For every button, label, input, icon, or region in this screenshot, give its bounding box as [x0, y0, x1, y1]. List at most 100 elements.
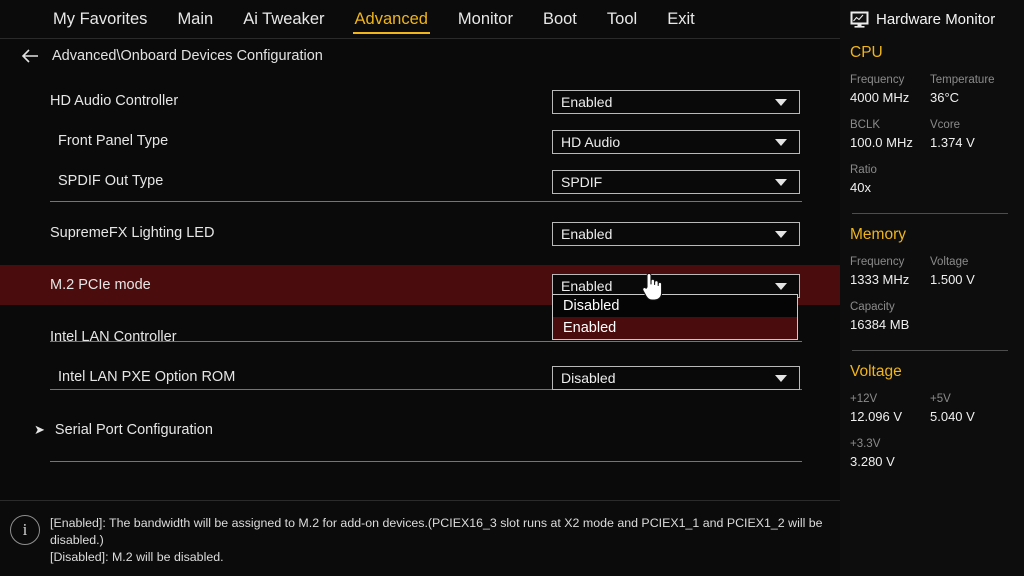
hw-metric: +3.3V 3.280 V [850, 436, 1010, 471]
info-icon: i [10, 515, 40, 545]
hw-group-title-voltage: Voltage [850, 363, 902, 380]
select-value: Enabled [561, 278, 613, 294]
setting-select-hd-audio-controller[interactable]: Enabled [552, 90, 800, 114]
hw-row: +3.3V 3.280 V [850, 436, 1010, 471]
nav-tab-my-favorites[interactable]: My Favorites [38, 3, 162, 35]
nav-tab-monitor[interactable]: Monitor [443, 3, 528, 35]
hardware-monitor-panel: Hardware Monitor CPU Frequency 4000 MHz Tem… [840, 0, 1024, 576]
row-separator [50, 461, 802, 462]
setting-label: Intel LAN PXE Option ROM [58, 369, 236, 385]
hw-metric-key: Vcore [930, 119, 961, 131]
hw-metric-value: 100.0 MHz [850, 135, 913, 150]
hw-metric: Vcore 1.374 V [930, 117, 1010, 152]
chevron-down-icon [775, 138, 787, 146]
setting-label: HD Audio Controller [50, 93, 179, 109]
hw-row: BCLK 100.0 MHz Vcore 1.374 V [850, 117, 1010, 152]
setting-select-spdif-out-type[interactable]: SPDIF [552, 170, 800, 194]
hw-metric-value: 1.500 V [930, 272, 975, 287]
hw-metric: +5V 5.040 V [930, 391, 1010, 426]
select-value: HD Audio [561, 134, 621, 150]
nav-tab-boot[interactable]: Boot [528, 3, 592, 35]
setting-label: SPDIF Out Type [58, 173, 164, 189]
hw-metric-key: Capacity [850, 301, 895, 313]
hardware-monitor-header: Hardware Monitor [850, 6, 1010, 32]
hw-row: Capacity 16384 MB [850, 299, 1010, 334]
hw-metric-value: 40x [850, 180, 871, 195]
setting-label: M.2 PCIe mode [50, 277, 151, 293]
select-value: Enabled [561, 226, 613, 242]
settings-panel: HD Audio Controller Enabled Front Panel Ty… [0, 73, 840, 500]
submenu-label: Serial Port Configuration [54, 422, 213, 438]
hw-metric-key: Frequency [850, 256, 905, 268]
hw-metric-value: 4000 MHz [850, 90, 910, 105]
monitor-chart-icon [850, 11, 869, 28]
breadcrumb-path: Advanced\Onboard Devices Configuration [52, 48, 323, 64]
chevron-right-icon: ➤ [34, 422, 45, 437]
submenu-serial-port-configuration[interactable]: ➤ Serial Port Configuration [0, 410, 840, 450]
help-text: [Enabled]: The bandwidth will be assigne… [50, 513, 826, 576]
select-value: SPDIF [561, 174, 603, 190]
hw-metric: BCLK 100.0 MHz [850, 117, 930, 152]
hw-metric-value: 5.040 V [930, 409, 975, 424]
help-line-2: [Disabled]: M.2 will be disabled. [50, 550, 224, 564]
back-arrow-icon[interactable] [20, 46, 40, 66]
hw-metric-key: Voltage [930, 256, 969, 268]
hw-metric-key: +3.3V [850, 438, 881, 450]
setting-select-supremefx-lighting-led[interactable]: Enabled [552, 222, 800, 246]
hw-row: Frequency 4000 MHz Temperature 36°C [850, 72, 1010, 107]
nav-tab-tool[interactable]: Tool [592, 3, 652, 35]
chevron-down-icon [775, 374, 787, 382]
help-line-1: [Enabled]: The bandwidth will be assigne… [50, 516, 823, 547]
hw-metric: +12V 12.096 V [850, 391, 930, 426]
nav-tab-exit[interactable]: Exit [652, 3, 710, 35]
help-bar: i [Enabled]: The bandwidth will be assig… [0, 500, 840, 576]
chevron-down-icon [775, 98, 787, 106]
dropdown-option-enabled[interactable]: Enabled [553, 317, 797, 339]
hw-metric-key: +12V [850, 393, 878, 405]
hw-metric-value: 1333 MHz [850, 272, 910, 287]
hw-metric: Frequency 4000 MHz [850, 72, 930, 107]
chevron-down-icon [775, 178, 787, 186]
hw-metric-key: Frequency [850, 74, 905, 86]
nav-tab-ai-tweaker[interactable]: Ai Tweaker [228, 3, 339, 35]
hw-metric-value: 1.374 V [930, 135, 975, 150]
hw-metric-key: Ratio [850, 164, 877, 176]
hw-row: +12V 12.096 V +5V 5.040 V [850, 391, 1010, 426]
dropdown-option-disabled[interactable]: Disabled [553, 295, 797, 317]
breadcrumb-bar: Advanced\Onboard Devices Configuration [0, 39, 840, 73]
hardware-monitor-title: Hardware Monitor [876, 10, 996, 28]
nav-tab-main[interactable]: Main [162, 3, 228, 35]
hw-row: Ratio 40x [850, 162, 1010, 197]
setting-label: Front Panel Type [58, 133, 169, 149]
hw-metric-value: 3.280 V [850, 454, 895, 469]
chevron-down-icon [775, 230, 787, 238]
main-navigation: My Favorites Main Ai Tweaker Advanced Monito… [0, 0, 840, 38]
setting-label: SupremeFX Lighting LED [50, 225, 215, 241]
hardware-monitor-groups: CPU Frequency 4000 MHz Temperature 36°C BCLK 1… [850, 44, 1010, 471]
setting-select-intel-lan-pxe-option-rom[interactable]: Disabled [552, 366, 800, 390]
hw-metric: Voltage 1.500 V [930, 254, 1010, 289]
select-value: Enabled [561, 94, 613, 110]
hw-metric-value: 12.096 V [850, 409, 903, 424]
setting-select-front-panel-type[interactable]: HD Audio [552, 130, 800, 154]
hw-metric-key: BCLK [850, 119, 881, 131]
sidebar-divider [852, 350, 1008, 351]
row-separator [50, 201, 802, 202]
nav-tab-advanced[interactable]: Advanced [340, 3, 443, 35]
hw-metric: Frequency 1333 MHz [850, 254, 930, 289]
setting-label: Intel LAN Controller [50, 329, 177, 345]
hw-metric-value: 36°C [930, 90, 960, 105]
hw-metric: Capacity 16384 MB [850, 299, 1010, 334]
hw-metric: Temperature 36°C [930, 72, 1010, 107]
chevron-down-icon [775, 282, 787, 290]
hw-metric: Ratio 40x [850, 162, 1010, 197]
select-value: Disabled [561, 370, 616, 386]
hw-group-title-memory: Memory [850, 226, 906, 243]
hw-metric-key: Temperature [930, 74, 995, 86]
sidebar-divider [852, 213, 1008, 214]
bios-screen: My Favorites Main Ai Tweaker Advanced Monito… [0, 0, 1024, 576]
m2-pcie-mode-dropdown[interactable]: Disabled Enabled [552, 294, 798, 340]
hw-metric-key: +5V [930, 393, 951, 405]
hw-metric-value: 16384 MB [850, 317, 910, 332]
hw-group-title-cpu: CPU [850, 44, 883, 61]
